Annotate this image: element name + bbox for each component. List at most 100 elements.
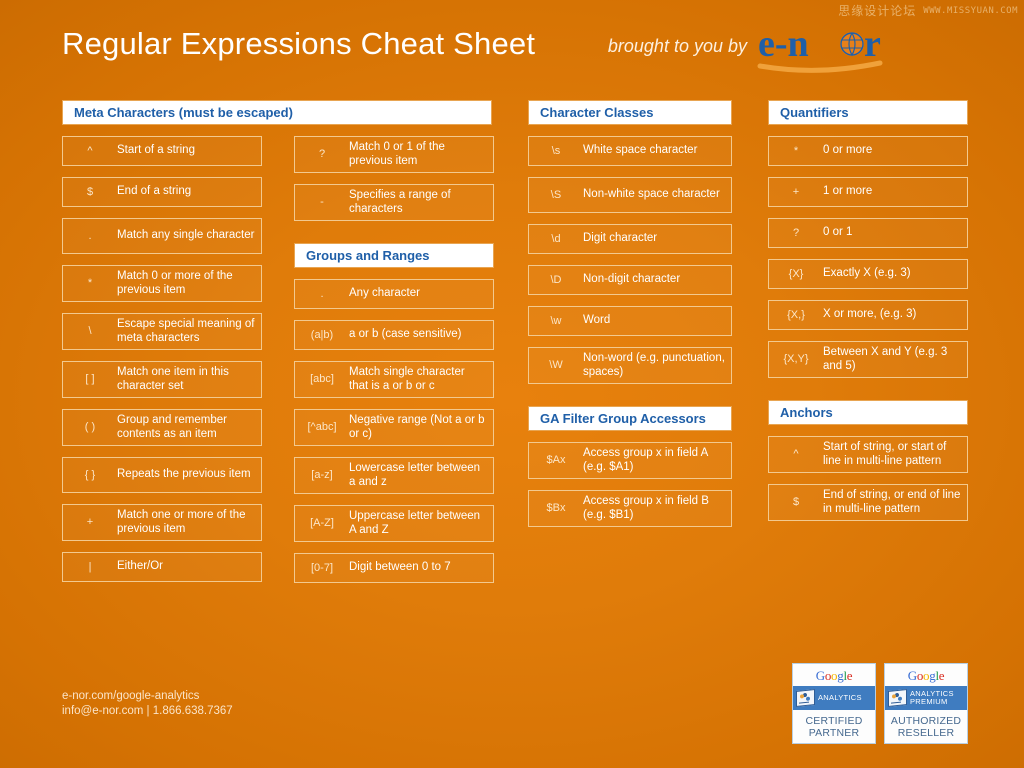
entry-description: Word <box>583 314 611 327</box>
page-title: Regular Expressions Cheat Sheet <box>62 26 536 61</box>
page-header: Regular Expressions Cheat Sheet brought … <box>62 23 962 82</box>
list-item[interactable]: (a|b) a or b (case sensitive) <box>294 320 494 350</box>
list-item[interactable]: \d Digit character <box>528 224 732 254</box>
google-wordmark: Google <box>815 668 853 683</box>
list-item[interactable]: ^ Start of string, or start of line in m… <box>768 436 968 473</box>
badge-strip: ANALYTICS <box>793 686 875 710</box>
ga-filter-group-accessors-list: $Ax Access group x in field A (e.g. $A1)… <box>528 442 732 527</box>
list-item[interactable]: * Match 0 or more of the previous item <box>62 265 262 302</box>
badge-strip: ANALYTICS PREMIUM <box>885 686 967 710</box>
anchors-list: ^ Start of string, or start of line in m… <box>768 436 968 521</box>
entry-symbol: \ <box>88 325 92 337</box>
google-analytics-certified-partner-badge[interactable]: Google ANALYTICS CERTIFIED PARTNER <box>792 663 876 744</box>
entry-symbol: [0-7] <box>310 561 333 574</box>
list-item[interactable]: [ ] Match one item in this character set <box>62 361 262 398</box>
list-item[interactable]: \s White space character <box>528 136 732 166</box>
list-item[interactable]: . Any character <box>294 279 494 309</box>
badge-role-line1: CERTIFIED <box>805 715 863 727</box>
badge-role: AUTHORIZED RESELLER <box>885 710 967 739</box>
entry-symbol: * <box>87 277 93 289</box>
list-item[interactable]: + 1 or more <box>768 177 968 207</box>
list-item[interactable]: \D Non-digit character <box>528 265 732 295</box>
list-item[interactable]: $Bx Access group x in field B (e.g. $B1) <box>528 490 732 527</box>
entry-description: Access group x in field B (e.g. $B1) <box>583 495 709 521</box>
list-item[interactable]: . Match any single character <box>62 218 262 254</box>
list-item[interactable]: \w Word <box>528 306 732 336</box>
entry-symbol: ( ) <box>84 421 96 433</box>
entry-description: Negative range (Not a or b or c) <box>349 414 485 440</box>
footer-contact: e-nor.com/google-analytics info@e-nor.co… <box>62 689 233 719</box>
entry-symbol: [ ] <box>85 373 95 385</box>
list-item[interactable]: | Either/Or <box>62 552 262 582</box>
entry-symbol: + <box>86 516 94 528</box>
entry-description: Either/Or <box>117 560 164 573</box>
list-item[interactable]: { } Repeats the previous item <box>62 457 262 493</box>
column-2-title-spacer <box>294 100 494 125</box>
footer-badges: Google ANALYTICS CERTIFIED PARTNER Googl… <box>792 663 968 744</box>
column-character-classes: Character Classes \s White space charact… <box>528 100 732 538</box>
analytics-chart-icon <box>796 689 815 707</box>
list-item[interactable]: [0-7] Digit between 0 to 7 <box>294 553 494 583</box>
list-item[interactable]: \W Non-word (e.g. punctuation, spaces) <box>528 347 732 384</box>
entry-description: Uppercase letter between A and Z <box>349 510 481 536</box>
section-title-ga-filter-group-accessors: GA Filter Group Accessors <box>528 406 732 431</box>
entry-symbol: {X} <box>788 267 804 280</box>
entry-description: Between X and Y (e.g. 3 and 5) <box>823 346 948 372</box>
list-item[interactable]: \S Non-white space character <box>528 177 732 213</box>
entry-symbol: {X,Y} <box>783 353 809 365</box>
list-item[interactable]: {X} Exactly X (e.g. 3) <box>768 259 968 289</box>
list-item[interactable]: {X,} X or more, (e.g. 3) <box>768 300 968 330</box>
meta-characters-right-list: ? Match 0 or 1 of the previous item - Sp… <box>294 136 494 221</box>
entry-description: White space character <box>583 144 698 157</box>
quantifiers-list: * 0 or more + 1 or more ? 0 or 1 {X} Exa… <box>768 136 968 378</box>
entry-description: Match one or more of the previous item <box>117 509 246 535</box>
entry-symbol: * <box>793 144 799 157</box>
groups-and-ranges-list: . Any character (a|b) a or b (case sensi… <box>294 279 494 583</box>
list-item[interactable]: $ End of a string <box>62 177 262 207</box>
entry-symbol: . <box>320 287 324 300</box>
list-item[interactable]: ^ Start of a string <box>62 136 262 166</box>
footer-website-link[interactable]: e-nor.com/google-analytics <box>62 689 233 704</box>
entry-symbol: [abc] <box>310 373 334 385</box>
list-item[interactable]: [a-z] Lowercase letter between a and z <box>294 457 494 494</box>
entry-symbol: + <box>792 185 800 198</box>
list-item[interactable]: {X,Y} Between X and Y (e.g. 3 and 5) <box>768 341 968 378</box>
list-item[interactable]: ( ) Group and remember contents as an it… <box>62 409 262 446</box>
entry-description: Non-white space character <box>583 188 720 201</box>
svg-text:e-n: e-n <box>758 23 809 65</box>
entry-description: Digit character <box>583 232 658 245</box>
list-item[interactable]: $Ax Access group x in field A (e.g. $A1) <box>528 442 732 479</box>
entry-description: Escape special meaning of meta character… <box>117 318 255 344</box>
entry-symbol: \S <box>550 188 562 201</box>
list-item[interactable]: ? Match 0 or 1 of the previous item <box>294 136 494 173</box>
entry-symbol: (a|b) <box>310 328 334 341</box>
entry-symbol: | <box>88 560 92 573</box>
list-item[interactable]: [abc] Match single character that is a o… <box>294 361 494 398</box>
entry-description: Any character <box>349 287 420 300</box>
entry-symbol: { } <box>84 468 96 481</box>
meta-characters-left-list: ^ Start of a string $ End of a string . … <box>62 136 262 582</box>
google-analytics-premium-authorized-reseller-badge[interactable]: Google ANALYTICS PREMIUM AUTHORIZED RESE… <box>884 663 968 744</box>
list-item[interactable]: $ End of string, or end of line in multi… <box>768 484 968 521</box>
section-title-quantifiers: Quantifiers <box>768 100 968 125</box>
entry-description: Repeats the previous item <box>117 468 251 481</box>
entry-description: Start of string, or start of line in mul… <box>823 441 947 467</box>
entry-symbol: - <box>320 196 324 208</box>
list-item[interactable]: ? 0 or 1 <box>768 218 968 248</box>
list-item[interactable]: * 0 or more <box>768 136 968 166</box>
footer-email-phone[interactable]: info@e-nor.com | 1.866.638.7367 <box>62 704 233 719</box>
entry-description: Specifies a range of characters <box>349 189 451 215</box>
list-item[interactable]: [^abc] Negative range (Not a or b or c) <box>294 409 494 446</box>
list-item[interactable]: [A-Z] Uppercase letter between A and Z <box>294 505 494 542</box>
list-item[interactable]: - Specifies a range of characters <box>294 184 494 221</box>
entry-description: 0 or more <box>823 144 873 157</box>
list-item[interactable]: \ Escape special meaning of meta charact… <box>62 313 262 350</box>
list-item[interactable]: + Match one or more of the previous item <box>62 504 262 541</box>
entry-symbol: \s <box>551 144 561 157</box>
badge-role-line2: RESELLER <box>897 727 955 739</box>
entry-symbol: [A-Z] <box>310 517 334 529</box>
entry-symbol: \d <box>551 232 561 245</box>
